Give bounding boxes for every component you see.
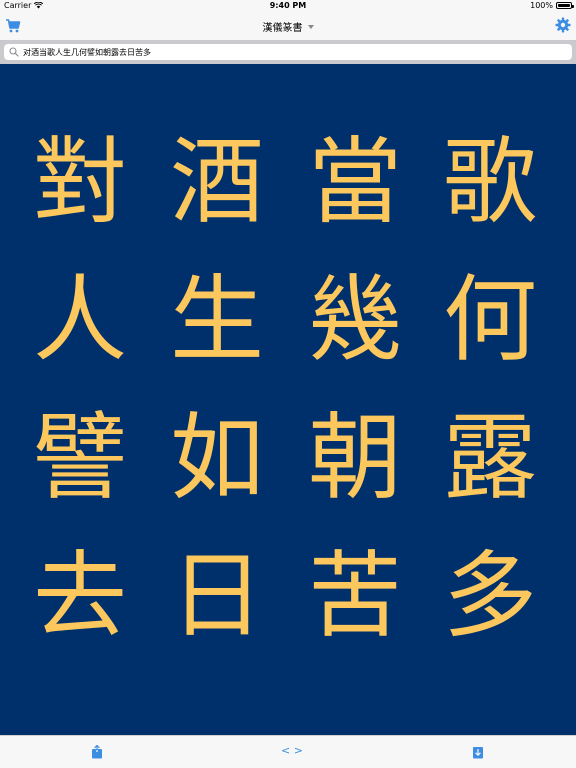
glyph: 多 bbox=[442, 542, 537, 651]
seal-script-canvas: 歌 何 露 多 當 幾 朝 苦 酒 生 如 日 對 人 譬 去 bbox=[0, 64, 576, 735]
glyph: 日 bbox=[169, 542, 264, 651]
glyph-column-4: 對 人 譬 去 bbox=[30, 114, 130, 666]
glyph: 朝 bbox=[307, 404, 402, 513]
battery-percent: 100% bbox=[530, 1, 553, 10]
nav-bar: 漢儀篆書 bbox=[0, 12, 576, 40]
glyph-column-3: 酒 生 如 日 bbox=[167, 114, 267, 666]
glyph: 去 bbox=[32, 542, 127, 651]
chevron-down-icon bbox=[307, 24, 314, 29]
download-icon[interactable] bbox=[471, 745, 485, 759]
glyph: 歌 bbox=[442, 128, 537, 237]
glyph-column-2: 當 幾 朝 苦 bbox=[305, 114, 405, 666]
glyph: 對 bbox=[32, 128, 127, 237]
glyph: 人 bbox=[32, 266, 127, 375]
search-icon bbox=[9, 47, 19, 57]
battery-icon bbox=[556, 2, 574, 9]
glyph: 露 bbox=[442, 404, 537, 513]
glyph: 酒 bbox=[169, 128, 264, 237]
bottom-toolbar: < > bbox=[0, 735, 576, 768]
battery-info: 100% bbox=[530, 1, 574, 10]
gear-icon[interactable] bbox=[555, 17, 571, 33]
font-selector[interactable]: 漢儀篆書 bbox=[0, 19, 576, 34]
glyph: 如 bbox=[169, 404, 264, 513]
page-title: 漢儀篆書 bbox=[262, 23, 303, 34]
status-bar: Carrier 9:40 PM 100% bbox=[0, 0, 576, 12]
clock: 9:40 PM bbox=[269, 1, 307, 10]
glyph: 生 bbox=[169, 266, 264, 375]
share-icon[interactable] bbox=[90, 745, 104, 759]
glyph: 當 bbox=[307, 128, 402, 237]
glyph: 譬 bbox=[32, 404, 127, 513]
code-toggle-button[interactable]: < > bbox=[281, 744, 303, 757]
search-field[interactable] bbox=[4, 44, 572, 60]
search-input[interactable] bbox=[23, 47, 563, 57]
glyph: 苦 bbox=[307, 542, 402, 651]
glyph: 何 bbox=[442, 266, 537, 375]
search-bar bbox=[0, 40, 576, 64]
glyph-column-1: 歌 何 露 多 bbox=[440, 114, 540, 666]
glyph: 幾 bbox=[307, 266, 402, 375]
